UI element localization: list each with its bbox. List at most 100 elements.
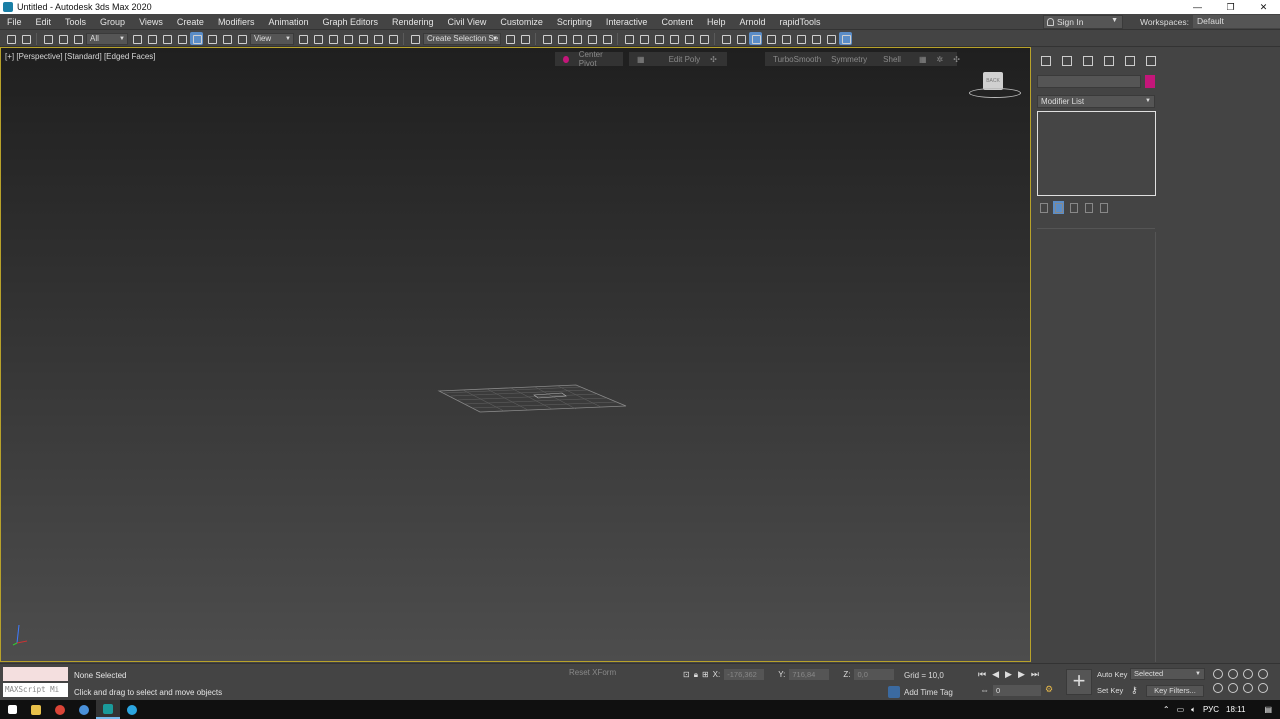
menu-graph-editors[interactable]: Graph Editors [315,14,385,30]
current-frame-field[interactable]: 0 [993,685,1041,696]
menu-content[interactable]: Content [654,14,700,30]
move-gizmo-icon[interactable] [311,32,324,45]
render-iterative-icon[interactable] [682,32,695,45]
align-icon[interactable] [518,32,531,45]
rapidtools-5-icon[interactable] [779,32,792,45]
close-button[interactable]: ✕ [1247,0,1280,14]
key-icon[interactable]: ⚷ [1131,685,1138,696]
symmetry-button[interactable]: Symmetry [831,55,867,64]
rapidtools-7-icon[interactable] [809,32,822,45]
clock[interactable]: 18:11 [1226,705,1245,714]
taskbar-3dsmax[interactable] [96,700,120,719]
ribbon-edit-poly[interactable]: ▦ Edit Poly ✣ [629,52,727,66]
configure-modifier-sets-icon[interactable] [1098,201,1109,214]
menu-modifiers[interactable]: Modifiers [211,14,262,30]
auto-key-button[interactable]: Auto Key [1097,670,1127,679]
menu-animation[interactable]: Animation [261,14,315,30]
sign-in-dropdown[interactable]: Sign In ▼ [1043,15,1123,29]
rapidtools-6-icon[interactable] [794,32,807,45]
ribbon-center-pivot[interactable]: Center Pivot [555,50,623,68]
zoom-all-icon[interactable] [1228,669,1238,679]
menu-rapidtools[interactable]: rapidTools [773,14,828,30]
key-mode-icon[interactable]: ⇔ [980,685,989,695]
render-in-cloud-icon[interactable] [697,32,710,45]
taskbar-file-explorer[interactable] [24,700,48,719]
notifications-icon[interactable]: ▤ [1264,705,1272,714]
spinner-snap-icon[interactable] [386,32,399,45]
utilities-tab-icon[interactable] [1143,53,1158,68]
make-unique-icon[interactable] [1068,201,1079,214]
pin-stack-icon[interactable] [1038,201,1049,214]
bind-space-warp-icon[interactable] [71,32,84,45]
taskbar-app-circle[interactable] [72,700,96,719]
isolate-selection-icon[interactable]: ⊡ [683,670,690,679]
named-selection-set-dropdown[interactable]: Create Selection Se ▼ [423,32,501,45]
schematic-view-icon[interactable] [600,32,613,45]
network-icon[interactable]: ▭ [1177,705,1185,714]
field-of-view-icon[interactable] [1213,683,1223,693]
previous-frame-icon[interactable]: ◀︎ [992,669,999,680]
percent-snap-icon[interactable] [371,32,384,45]
workspace-dropdown[interactable]: Default [1192,15,1280,28]
taskbar-telegram[interactable] [120,700,144,719]
minimize-button[interactable]: — [1181,0,1214,14]
object-color-swatch[interactable] [1145,75,1155,88]
select-and-scale-icon[interactable] [220,32,233,45]
rectangular-selection-icon[interactable] [160,32,173,45]
modify-tab-icon[interactable] [1059,53,1074,68]
grid-icon[interactable]: ▦ [919,55,927,64]
unlink-icon[interactable] [56,32,69,45]
language-indicator[interactable]: РУС [1203,705,1219,714]
time-configuration-icon[interactable]: ⚙ [1045,684,1053,695]
rollout-divider[interactable] [1037,228,1155,229]
add-time-tag-button[interactable]: Add Time Tag [888,686,953,698]
play-icon[interactable]: ▶ [1005,669,1012,680]
y-coordinate-field[interactable]: 716,84 [789,669,830,680]
next-frame-icon[interactable]: ▶︎ [1018,669,1025,680]
ribbon-toggle-icon[interactable] [570,32,583,45]
display-tab-icon[interactable] [1122,53,1137,68]
absolute-mode-icon[interactable]: ⊞ [702,670,709,679]
menu-rendering[interactable]: Rendering [385,14,441,30]
menu-scripting[interactable]: Scripting [550,14,599,30]
remove-modifier-icon[interactable] [1083,201,1094,214]
link-icon[interactable] [41,32,54,45]
menu-tools[interactable]: Tools [58,14,93,30]
select-and-rotate-icon[interactable] [205,32,218,45]
selection-set-dropdown[interactable]: Selected ▼ [1130,668,1205,680]
reference-coordinate-dropdown[interactable]: View ▼ [250,32,294,45]
rendered-frame-window-icon[interactable] [652,32,665,45]
rapidtools-4-icon[interactable] [764,32,777,45]
viewport-label-menu[interactable]: [+] [Perspective] [Standard] [Edged Face… [5,52,156,61]
orbit-icon[interactable] [1243,683,1253,693]
rapidtools-9-icon[interactable] [839,32,852,45]
snowflake-icon[interactable]: ✲ [937,55,944,64]
zoom-extents-icon[interactable] [1243,669,1253,679]
undo-icon[interactable] [4,32,17,45]
motion-tab-icon[interactable] [1101,53,1116,68]
volume-icon[interactable]: 🔈︎ [1191,705,1196,715]
shell-button[interactable]: Shell [883,55,901,64]
restore-button[interactable]: ❐ [1214,0,1247,14]
select-and-move-icon[interactable] [190,32,203,45]
render-production-icon[interactable] [667,32,680,45]
mirror-icon[interactable] [503,32,516,45]
menu-edit[interactable]: Edit [29,14,59,30]
start-button[interactable] [0,700,24,719]
select-by-name-icon[interactable] [145,32,158,45]
panel-scrollbar[interactable] [1155,232,1156,662]
select-and-place-icon[interactable] [235,32,248,45]
pivot-center-icon[interactable] [296,32,309,45]
viewcube[interactable]: BACK [969,70,1021,100]
rapidtools-8-icon[interactable] [824,32,837,45]
menu-file[interactable]: File [0,14,29,30]
curve-editor-icon[interactable] [585,32,598,45]
material-editor-icon[interactable] [622,32,635,45]
x-coordinate-field[interactable]: -176,362 [724,669,765,680]
layer-explorer-icon[interactable] [555,32,568,45]
turbosmooth-button[interactable]: TurboSmooth [773,55,821,64]
object-name-field[interactable] [1037,75,1141,88]
hierarchy-tab-icon[interactable] [1080,53,1095,68]
modifier-stack[interactable] [1037,111,1156,196]
perspective-viewport[interactable]: [+] [Perspective] [Standard] [Edged Face… [0,47,1031,662]
